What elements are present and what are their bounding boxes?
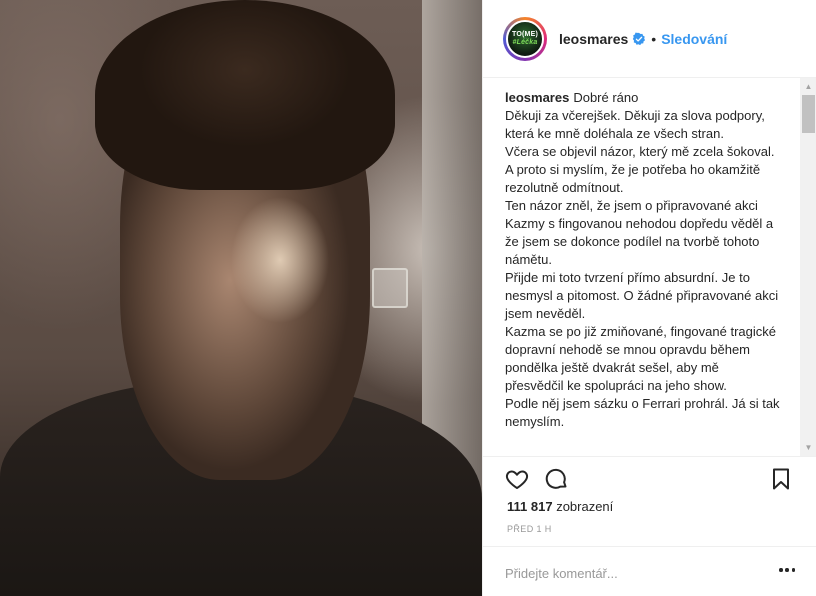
caption-username[interactable]: leosmares <box>505 90 569 105</box>
post-actions <box>483 456 816 500</box>
post-header: TO(ME) #Léčka leosmares • Sledování <box>483 0 816 78</box>
scroll-down-arrow-icon[interactable]: ▼ <box>800 439 816 456</box>
post-side-panel: TO(ME) #Léčka leosmares • Sledování leos… <box>482 0 816 596</box>
caption-line: Kazma se po již zmiňované, fingované tra… <box>505 324 776 393</box>
video-person-hair <box>95 0 395 190</box>
scroll-up-arrow-icon[interactable]: ▲ <box>800 78 816 95</box>
caption-line: Přijde mi toto tvrzení přímo absurdní. J… <box>505 270 779 321</box>
view-count-label: zobrazení <box>556 499 614 514</box>
view-count-number: 111 817 <box>507 499 553 514</box>
caption-first-line: leosmares Dobré ráno <box>505 89 781 107</box>
bookmark-icon[interactable] <box>769 467 793 491</box>
caption-line: Děkuji za včerejšek. Děkuji za slova pod… <box>505 108 765 141</box>
more-options-icon[interactable] <box>779 567 795 573</box>
video-light-switch <box>372 268 408 308</box>
avatar-text-line-2: #Léčka <box>512 38 538 46</box>
caption-line: Včera se objevil názor, který mě zcela š… <box>505 144 775 195</box>
comment-bar <box>483 546 816 596</box>
profile-avatar[interactable]: TO(ME) #Léčka <box>503 16 547 61</box>
caption-line: Dobré ráno <box>573 90 639 105</box>
heart-icon[interactable] <box>505 467 529 491</box>
comment-input[interactable] <box>505 563 755 583</box>
header-username[interactable]: leosmares <box>559 31 628 47</box>
view-count[interactable]: 111 817 zobrazení <box>507 499 613 514</box>
follow-button[interactable]: Sledování <box>661 31 727 47</box>
caption-line: Ten názor zněl, že jsem o připravované a… <box>505 198 774 267</box>
avatar-text-line-1: TO(ME) <box>512 30 538 38</box>
comment-icon[interactable] <box>545 467 569 491</box>
avatar-image: TO(ME) #Léčka <box>506 19 544 58</box>
verified-badge-icon <box>633 32 646 45</box>
post-video[interactable] <box>0 0 482 596</box>
scrollbar-thumb[interactable] <box>802 95 815 133</box>
post-timestamp[interactable]: PŘED 1 H <box>507 524 552 534</box>
header-separator: • <box>651 30 657 47</box>
caption-scrollbar[interactable]: ▲ ▼ <box>800 78 816 456</box>
caption-line: Podle něj jsem sázku o Ferrari prohrál. … <box>505 396 780 429</box>
post-caption: leosmares Dobré ráno Děkuji za včerejšek.… <box>505 89 781 431</box>
caption-scroll-area[interactable]: leosmares Dobré ráno Děkuji za včerejšek.… <box>483 78 816 456</box>
